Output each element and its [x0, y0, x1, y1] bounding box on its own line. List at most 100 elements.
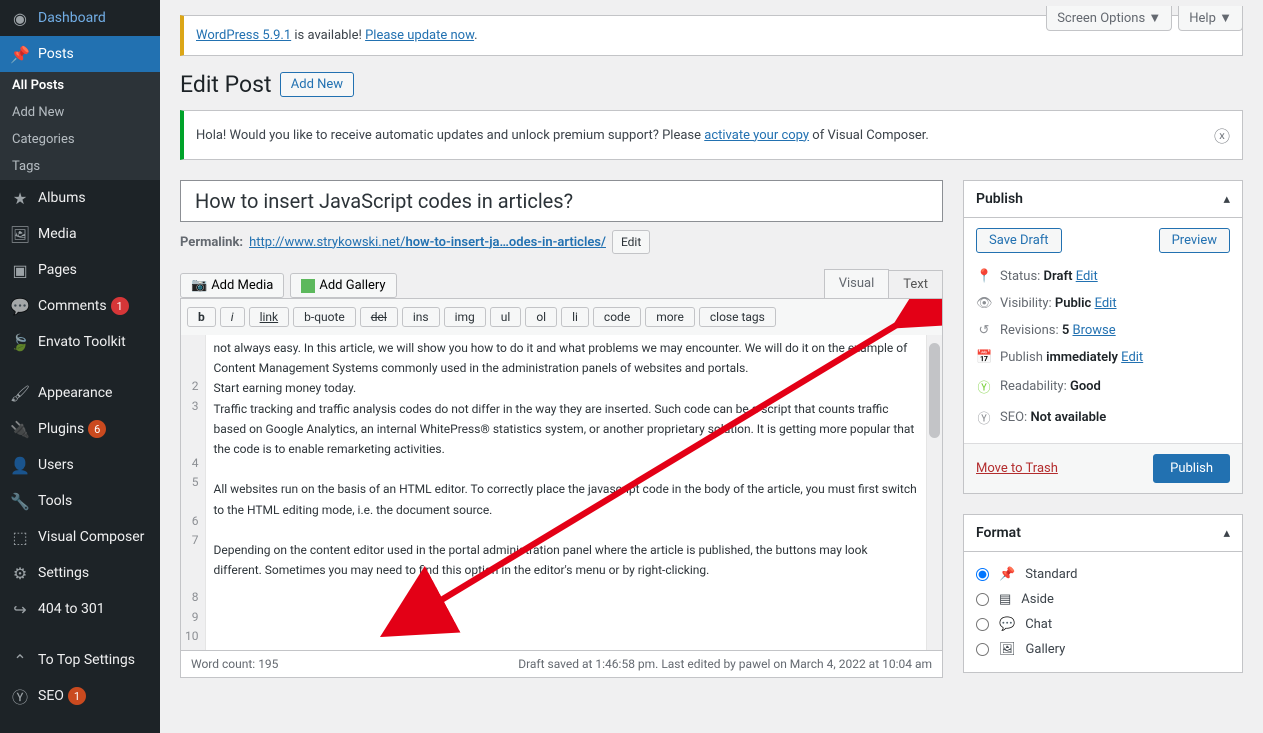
help-button[interactable]: Help ▼ — [1178, 6, 1243, 31]
label: Media — [38, 226, 77, 242]
browse-revisions-link[interactable]: Browse — [1073, 323, 1116, 338]
qt-del[interactable]: del — [360, 307, 398, 327]
sidebar-item-dashboard[interactable]: ◉Dashboard — [0, 0, 160, 36]
comments-badge: 1 — [111, 297, 129, 315]
qt-more[interactable]: more — [645, 307, 695, 327]
label: Visibility: — [1000, 296, 1055, 311]
permalink-row: Permalink: http://www.strykowski.net/how… — [180, 230, 943, 254]
fullscreen-icon[interactable]: ⛶ — [912, 305, 936, 329]
publish-button[interactable]: Publish — [1153, 454, 1230, 483]
label: Comments — [38, 298, 107, 314]
toggle-icon[interactable]: ▴ — [1223, 192, 1230, 207]
label: Aside — [1021, 592, 1054, 607]
add-gallery-button[interactable]: Add Gallery — [290, 273, 396, 298]
base: http://www.strykowski.net/ — [249, 235, 405, 250]
sidebar-item-totop[interactable]: ⌃To Top Settings — [0, 642, 160, 678]
save-draft-button[interactable]: Save Draft — [976, 228, 1062, 253]
label: Posts — [38, 46, 74, 62]
qt-link[interactable]: link — [249, 307, 290, 327]
sidebar-item-comments[interactable]: 💬Comments1 — [0, 288, 160, 324]
format-aside-radio[interactable] — [976, 593, 989, 606]
qt-close[interactable]: close tags — [699, 307, 776, 327]
qt-bold[interactable]: b — [187, 307, 216, 327]
up-icon: ⌃ — [10, 650, 30, 670]
label: Add Media — [211, 278, 273, 293]
status-value: Draft — [1044, 269, 1073, 284]
sidebar-item-appearance[interactable]: 🖌 Appearance — [0, 375, 160, 411]
wp-version-link[interactable]: WordPress 5.9.1 — [196, 28, 291, 43]
sidebar-item-albums[interactable]: ★Albums — [0, 180, 160, 216]
label: Publish — [1000, 350, 1046, 365]
qt-code[interactable]: code — [593, 307, 641, 327]
sidebar-item-plugins[interactable]: 🔌Plugins6 — [0, 411, 160, 447]
qt-ins[interactable]: ins — [402, 307, 440, 327]
label: 404 to 301 — [38, 601, 105, 617]
qt-img[interactable]: img — [444, 307, 486, 327]
label: Appearance — [38, 385, 112, 401]
label: SEO: — [1000, 410, 1030, 425]
label: Gallery — [1026, 642, 1066, 657]
screen-options-button[interactable]: Screen Options ▼ — [1046, 6, 1172, 31]
readability-icon: Ⓨ — [976, 377, 992, 396]
main-content: Screen Options ▼ Help ▼ WordPress 5.9.1 … — [160, 0, 1263, 733]
permalink-label: Permalink: — [180, 235, 243, 250]
sidebar-item-visual-composer[interactable]: ⬚Visual Composer — [0, 519, 160, 555]
qt-li[interactable]: li — [561, 307, 589, 327]
seo-icon: Ⓨ — [10, 686, 30, 706]
format-gallery-radio[interactable] — [976, 643, 989, 656]
text: Hola! Would you like to receive automati… — [196, 128, 704, 143]
edit-permalink-button[interactable]: Edit — [612, 230, 650, 254]
plug-icon: 🔌 — [10, 419, 30, 439]
qt-italic[interactable]: i — [220, 307, 245, 327]
code-text[interactable]: not always easy. In this article, we wil… — [206, 335, 927, 650]
slug: how-to-insert-ja…odes-in-articles/ — [405, 235, 606, 250]
sidebar-item-tags[interactable]: Tags — [0, 153, 160, 180]
page-title: Edit Post — [180, 71, 272, 98]
chat-icon: 💬 — [999, 617, 1015, 632]
sidebar-item-seo[interactable]: ⓎSEO1 — [0, 678, 160, 714]
qt-bquote[interactable]: b-quote — [293, 307, 356, 327]
add-new-button[interactable]: Add New — [280, 72, 354, 97]
sidebar-item-pages[interactable]: ▣Pages — [0, 252, 160, 288]
vc-activate-link[interactable]: activate your copy — [704, 128, 809, 143]
qt-ul[interactable]: ul — [490, 307, 522, 327]
dismiss-icon[interactable]: ⓧ — [1214, 123, 1230, 147]
toggle-icon[interactable]: ▴ — [1223, 526, 1230, 541]
brush-icon: 🖌 — [10, 383, 30, 403]
label: i — [231, 310, 234, 324]
sidebar-item-users[interactable]: 👤Users — [0, 447, 160, 483]
tab-visual[interactable]: Visual — [824, 269, 890, 298]
label: Envato Toolkit — [38, 334, 126, 350]
label: Albums — [38, 190, 86, 206]
tab-text[interactable]: Text — [888, 270, 943, 299]
seo-badge: 1 — [68, 687, 86, 705]
sidebar-item-categories[interactable]: Categories — [0, 126, 160, 153]
format-chat-radio[interactable] — [976, 618, 989, 631]
code-editor[interactable]: 23 45 67 8910 not always easy. In this a… — [181, 335, 942, 650]
add-media-button[interactable]: 📷Add Media — [180, 273, 284, 298]
format-standard-radio[interactable] — [976, 568, 989, 581]
label: Standard — [1025, 567, 1077, 582]
sidebar-item-add-new-post[interactable]: Add New — [0, 99, 160, 126]
post-title-input[interactable] — [180, 180, 943, 222]
wp-update-link[interactable]: Please update now — [365, 28, 474, 43]
sidebar-item-404[interactable]: ↪404 to 301 — [0, 591, 160, 627]
sidebar-item-settings[interactable]: ⚙Settings — [0, 555, 160, 591]
sidebar-item-posts[interactable]: 📌Posts — [0, 36, 160, 72]
label: Help — [1189, 11, 1216, 26]
sidebar-item-tools[interactable]: 🔧Tools — [0, 483, 160, 519]
qt-ol[interactable]: ol — [525, 307, 557, 327]
editor-scrollbar[interactable] — [926, 335, 942, 650]
sidebar-item-all-posts[interactable]: All Posts — [0, 72, 160, 99]
edit-schedule-link[interactable]: Edit — [1121, 350, 1143, 365]
readability-value: Good — [1070, 379, 1101, 394]
edit-status-link[interactable]: Edit — [1076, 269, 1098, 284]
label: Tags — [12, 159, 40, 174]
permalink-link[interactable]: http://www.strykowski.net/how-to-insert-… — [249, 235, 606, 250]
preview-button[interactable]: Preview — [1159, 228, 1230, 253]
sidebar-item-envato[interactable]: 🍃Envato Toolkit — [0, 324, 160, 360]
sidebar-item-media[interactable]: 🖼Media — [0, 216, 160, 252]
label: del — [371, 310, 387, 324]
move-to-trash-link[interactable]: Move to Trash — [976, 461, 1058, 476]
edit-visibility-link[interactable]: Edit — [1095, 296, 1117, 311]
